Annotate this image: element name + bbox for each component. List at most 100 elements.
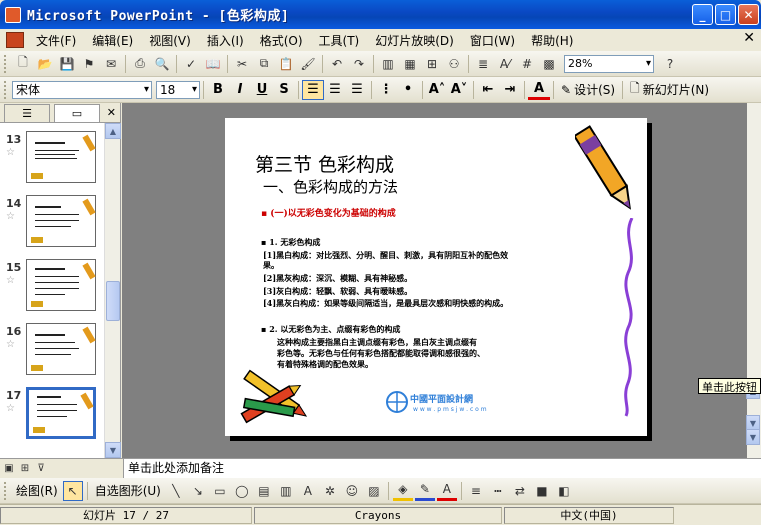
new-document-icon[interactable]: 🗋 [13,54,33,74]
select-pointer-icon[interactable]: ↖ [62,480,83,501]
menu-tools[interactable]: 工具(T) [311,32,368,49]
tables-borders-icon[interactable]: ⊞ [422,54,442,74]
document-close-icon[interactable]: ✕ [743,30,755,46]
toolbar-grip[interactable] [4,80,8,99]
show-formatting-icon[interactable]: A⁄ [495,54,515,74]
diagram-icon[interactable]: ✲ [320,481,340,501]
toolbar-grip[interactable] [4,54,8,73]
slide-thumbnail-selected[interactable]: 17 ☆ [0,385,105,447]
show-grid-icon[interactable]: # [517,54,537,74]
clipart-icon[interactable]: ☺ [342,481,362,501]
menu-view[interactable]: 视图(V) [141,32,199,49]
cut-icon[interactable]: ✂ [232,54,252,74]
format-painter-icon[interactable]: 🖌 [298,54,318,74]
permission-icon[interactable]: ⚑ [79,54,99,74]
decrease-indent-icon[interactable]: ⇤ [477,80,499,100]
arrow-icon[interactable]: ↘ [188,481,208,501]
editor-scrollbar[interactable]: ▲ ▼ ▼ [746,103,761,458]
numbering-icon[interactable]: ⋮ [375,80,397,100]
dash-style-icon[interactable]: ┅ [488,481,508,501]
arrow-style-icon[interactable]: ⇄ [510,481,530,501]
chart-icon[interactable]: ▥ [378,54,398,74]
spelling-icon[interactable]: ✓ [181,54,201,74]
close-button[interactable]: ✕ [738,4,759,25]
oval-icon[interactable]: ◯ [232,481,252,501]
scroll-thumb[interactable] [106,281,120,321]
maximize-button[interactable]: □ [715,4,736,25]
font-size-select[interactable]: 18 [156,80,200,99]
wordart-icon[interactable]: A [298,481,318,501]
email-icon[interactable]: ✉ [101,54,121,74]
design-button[interactable]: ✎ 设计(S) [557,81,619,98]
table-icon[interactable]: ▦ [400,54,420,74]
paste-icon[interactable]: 📋 [276,54,296,74]
3d-style-icon[interactable]: ◧ [554,481,574,501]
expand-all-icon[interactable]: ≣ [473,54,493,74]
rectangle-icon[interactable]: ▭ [210,481,230,501]
align-right-icon[interactable]: ☰ [346,80,368,100]
help-icon[interactable]: ? [660,54,680,74]
minimize-button[interactable]: _ [692,4,713,25]
powerpoint-app-icon[interactable] [5,6,21,23]
document-icon[interactable] [6,32,24,48]
menu-file[interactable]: 文件(F) [28,32,84,49]
font-color-icon[interactable]: A [528,80,550,100]
slide-canvas[interactable]: 第三节 色彩构成 一、色彩构成的方法 ▪ (一)以无彩色变化为基础的构成 ▪ 1… [225,118,647,436]
shadow-button[interactable]: S [273,80,295,100]
new-slide-button[interactable]: 🗋 新幻灯片(N) [626,79,713,100]
font-color-icon[interactable]: A [436,481,457,501]
fill-color-icon[interactable]: ◈ [392,481,413,501]
slide-thumbnail[interactable]: 14 ☆ [0,193,105,255]
decrease-font-icon[interactable]: A˅ [448,80,470,100]
vertical-textbox-icon[interactable]: ▥ [276,481,296,501]
slide-thumbnail[interactable]: 13 ☆ [0,129,105,191]
redo-icon[interactable]: ↷ [349,54,369,74]
outline-tab[interactable]: ☰ [4,104,50,122]
slide-thumbnail[interactable]: 15 ☆ [0,257,105,319]
menu-slideshow[interactable]: 幻灯片放映(D) [367,32,462,49]
normal-view-icon[interactable]: ▣ [2,461,16,475]
menu-help[interactable]: 帮助(H) [523,32,581,49]
notes-input[interactable]: 单击此处添加备注 [123,459,761,479]
slides-scrollbar[interactable]: ▲ ▼ [104,123,121,458]
align-center-icon[interactable]: ☰ [324,80,346,100]
print-preview-icon[interactable]: 🔍 [152,54,172,74]
align-left-icon[interactable]: ☰ [302,79,324,100]
line-style-icon[interactable]: ≡ [466,481,486,501]
italic-button[interactable]: I [229,80,251,100]
slides-tab[interactable]: ▭ [54,104,100,122]
print-icon[interactable]: ⎙ [130,54,150,74]
zoom-select[interactable]: 28% [564,54,654,73]
open-folder-icon[interactable]: 📂 [35,54,55,74]
increase-font-icon[interactable]: A˄ [426,80,448,100]
hyperlink-icon[interactable]: ⚇ [444,54,464,74]
underline-button[interactable]: U [251,80,273,100]
next-slide-icon[interactable]: ▼ [746,429,760,445]
bullets-icon[interactable]: • [397,80,419,100]
color-grayscale-icon[interactable]: ▩ [539,54,559,74]
menu-format[interactable]: 格式(O) [252,32,311,49]
bold-button[interactable]: B [207,80,229,100]
save-icon[interactable]: 💾 [57,54,77,74]
draw-menu-button[interactable]: 绘图(R) [12,482,62,499]
slideshow-icon[interactable]: ⊽ [34,461,48,475]
menu-window[interactable]: 窗口(W) [462,32,523,49]
scroll-down-icon[interactable]: ▼ [105,442,121,458]
picture-icon[interactable]: ▨ [364,481,384,501]
line-color-icon[interactable]: ✎ [414,481,435,501]
undo-icon[interactable]: ↶ [327,54,347,74]
line-icon[interactable]: ╲ [166,481,186,501]
textbox-icon[interactable]: ▤ [254,481,274,501]
pane-close-icon[interactable]: ✕ [107,106,116,119]
toolbar-grip[interactable] [4,481,8,500]
slide-sorter-icon[interactable]: ⊞ [18,461,32,475]
menu-insert[interactable]: 插入(I) [199,32,252,49]
autoshapes-button[interactable]: 自选图形(U) [91,482,165,499]
copy-icon[interactable]: ⧉ [254,54,274,74]
font-name-select[interactable]: 宋体 [12,80,152,99]
menu-edit[interactable]: 编辑(E) [84,32,141,49]
scroll-up-icon[interactable]: ▲ [105,123,121,139]
shadow-style-icon[interactable]: ■ [532,481,552,501]
research-icon[interactable]: 📖 [203,54,223,74]
increase-indent-icon[interactable]: ⇥ [499,80,521,100]
